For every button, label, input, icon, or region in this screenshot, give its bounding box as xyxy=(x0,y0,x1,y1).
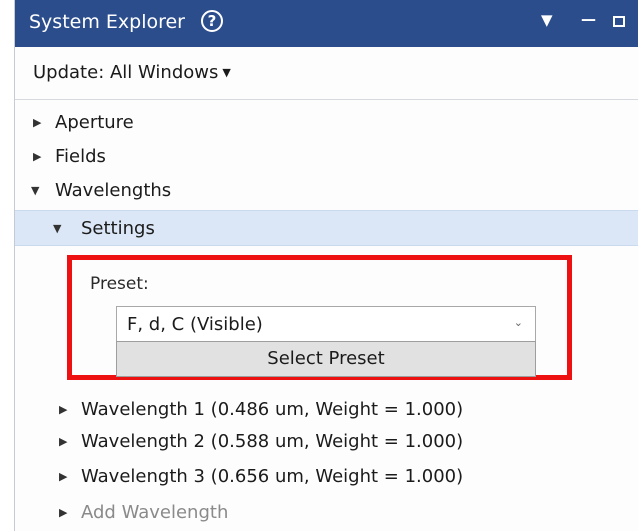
tree-item-wavelength-2[interactable]: ▶ Wavelength 2 (0.588 um, Weight = 1.000… xyxy=(15,425,638,459)
preset-highlight-frame: Preset: F, d, C (Visible) ⌄ Select Prese… xyxy=(67,255,572,380)
update-dropdown[interactable]: Update: All Windows ▼ xyxy=(33,62,231,83)
update-toolbar: Update: All Windows ▼ xyxy=(15,47,638,100)
select-preset-button[interactable]: Select Preset xyxy=(116,341,536,377)
preset-select[interactable]: F, d, C (Visible) ⌄ xyxy=(116,306,536,342)
tree-item-label: Settings xyxy=(81,218,155,239)
tree-item-fields[interactable]: ▶ Fields xyxy=(15,140,638,174)
tree-item-label: Wavelength 1 (0.486 um, Weight = 1.000) xyxy=(81,399,464,420)
expand-arrow-icon[interactable]: ▶ xyxy=(59,435,67,448)
window-menu-dropdown-icon[interactable]: ▼ xyxy=(541,11,553,29)
minimize-icon[interactable]: — xyxy=(581,10,596,28)
chevron-down-icon: ⌄ xyxy=(513,316,523,329)
caret-down-icon: ▼ xyxy=(222,66,231,79)
expand-arrow-icon: ▶ xyxy=(59,506,68,519)
tree-item-label: Wavelength 2 (0.588 um, Weight = 1.000) xyxy=(81,431,464,452)
tree-item-label: Wavelength 3 (0.656 um, Weight = 1.000) xyxy=(81,466,464,487)
help-icon[interactable]: ? xyxy=(201,10,223,32)
update-label: Update: All Windows xyxy=(33,62,219,83)
preset-selected-value: F, d, C (Visible) xyxy=(127,314,263,335)
tree-item-wavelength-1[interactable]: ▶ Wavelength 1 (0.486 um, Weight = 1.000… xyxy=(15,393,638,427)
expand-arrow-icon[interactable]: ▶ xyxy=(33,116,41,129)
collapse-arrow-icon[interactable]: ▼ xyxy=(53,222,61,235)
expand-arrow-icon[interactable]: ▶ xyxy=(59,470,67,483)
preset-label: Preset: xyxy=(90,274,149,294)
expand-arrow-icon[interactable]: ▶ xyxy=(59,403,67,416)
tree-item-settings[interactable]: ▼ Settings xyxy=(15,210,638,246)
tree-item-label: Aperture xyxy=(55,112,134,133)
maximize-icon[interactable] xyxy=(613,16,625,27)
tree-item-label: Add Wavelength xyxy=(81,502,229,523)
window-title: System Explorer xyxy=(29,11,185,33)
collapse-arrow-icon[interactable]: ▼ xyxy=(31,184,39,197)
expand-arrow-icon[interactable]: ▶ xyxy=(33,150,41,163)
tree-item-label: Wavelengths xyxy=(55,180,172,201)
tree-item-wavelengths[interactable]: ▼ Wavelengths xyxy=(15,174,638,208)
tree-item-aperture[interactable]: ▶ Aperture xyxy=(15,106,638,140)
tree-item-wavelength-3[interactable]: ▶ Wavelength 3 (0.656 um, Weight = 1.000… xyxy=(15,460,638,494)
tree-item-label: Fields xyxy=(55,146,106,167)
tree-item-add-wavelength[interactable]: ▶ Add Wavelength xyxy=(15,496,638,530)
system-explorer-window: System Explorer ? ▼ — Update: All Window… xyxy=(14,0,638,531)
title-bar[interactable]: System Explorer ? ▼ — xyxy=(15,0,638,47)
